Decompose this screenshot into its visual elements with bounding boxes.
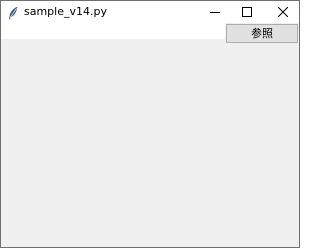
- close-button[interactable]: [267, 1, 299, 23]
- window-title: sample_v14.py: [24, 5, 107, 18]
- close-icon: [278, 7, 288, 17]
- app-window: sample_v14.py 参照: [0, 0, 300, 248]
- maximize-icon: [242, 7, 252, 17]
- minimize-button[interactable]: [199, 1, 231, 23]
- path-input[interactable]: [1, 23, 225, 39]
- feather-icon: [7, 5, 19, 20]
- title-bar[interactable]: sample_v14.py: [1, 1, 299, 23]
- minimize-icon: [210, 12, 220, 13]
- content-area: [1, 43, 299, 247]
- maximize-button[interactable]: [231, 1, 263, 23]
- browse-button[interactable]: 参照: [226, 24, 298, 43]
